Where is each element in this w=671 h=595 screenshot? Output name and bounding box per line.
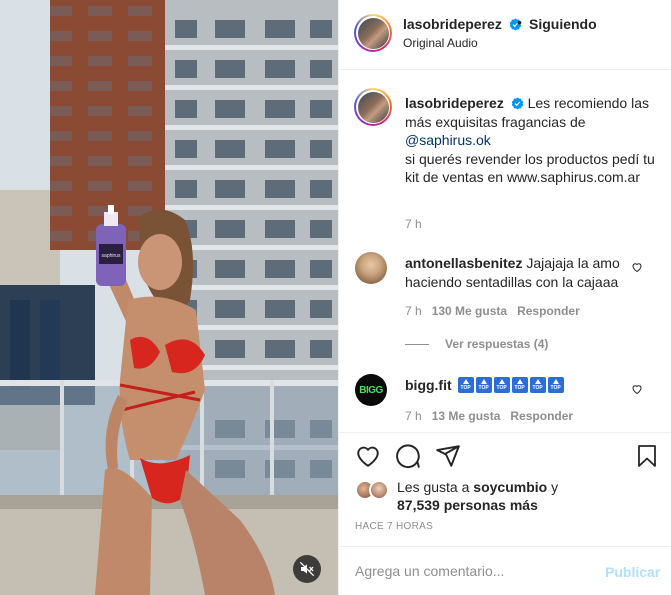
publish-button[interactable]: Publicar	[605, 564, 660, 580]
likes-count-button[interactable]: 87,539 personas más	[397, 496, 538, 515]
comment-body: bigg.fit TOP TOP TOP TOP TOP TOP	[405, 377, 566, 393]
likes-conj: y	[551, 479, 559, 495]
author-avatar[interactable]	[354, 14, 392, 52]
top-arrow-emoji-icon: TOP	[511, 377, 528, 393]
avatar-inner	[356, 90, 390, 124]
avatar-image	[357, 17, 389, 49]
post-sidebar: lasobrideperez • Siguiendo Original Audi…	[338, 0, 671, 595]
comment-meta: 7 h 130 Me gusta Responder	[405, 304, 580, 318]
comment-likes[interactable]: 13 Me gusta	[432, 409, 501, 423]
comment-username[interactable]: bigg.fit	[405, 377, 452, 393]
separator-dot: •	[517, 14, 522, 30]
commenter-avatar[interactable]	[355, 252, 387, 284]
comment-time[interactable]: 7 h	[405, 409, 422, 423]
avatar-image	[357, 91, 389, 123]
likes-prefix: Les gusta a	[397, 479, 470, 495]
top-arrow-emoji-icon: TOP	[529, 377, 546, 393]
avatar-inner	[356, 16, 390, 50]
avatar-logo-text: BIGG	[359, 384, 383, 396]
add-comment-bar: Publicar	[339, 546, 671, 595]
top-arrow-emoji-icon: TOP	[475, 377, 492, 393]
reply-button[interactable]: Responder	[510, 409, 573, 423]
bookmark-icon[interactable]	[635, 443, 659, 469]
share-icon[interactable]	[435, 443, 461, 469]
author-username-text[interactable]: lasobrideperez	[403, 16, 502, 32]
comment-time[interactable]: 7 h	[405, 304, 422, 318]
caption-timestamp[interactable]: 7 h	[405, 217, 422, 231]
post-actions	[339, 432, 671, 482]
caption-avatar[interactable]	[354, 88, 392, 126]
post-caption: lasobrideperez Les recomiendo las más ex…	[405, 94, 655, 187]
liker-username[interactable]: soycumbio	[473, 479, 547, 495]
top-arrow-emoji-icon: TOP	[493, 377, 510, 393]
top-arrow-emoji-icon: TOP	[457, 377, 474, 393]
view-replies-button[interactable]: Ver respuestas (4)	[405, 337, 548, 351]
post-header: lasobrideperez • Siguiendo Original Audi…	[339, 0, 671, 70]
comment-like-heart-icon[interactable]	[631, 261, 643, 273]
video-frame: saphirus	[0, 0, 338, 595]
top-arrow-emoji-icon: TOP	[547, 377, 564, 393]
comments-list[interactable]: lasobrideperez Les recomiendo las más ex…	[339, 71, 671, 436]
product-label: saphirus	[102, 253, 121, 259]
comment-input[interactable]	[355, 561, 585, 581]
mute-toggle-button[interactable]	[293, 555, 321, 583]
comment-body: antonellasbenitez Jajajaja la amo hacien…	[405, 254, 635, 291]
caption-mention-link[interactable]: @saphirus.ok	[405, 132, 491, 148]
following-button[interactable]: Siguiendo	[529, 16, 597, 32]
likes-line-1: Les gusta a soycumbio y	[397, 478, 558, 497]
audio-link[interactable]: Original Audio	[403, 36, 478, 50]
caption-username[interactable]: lasobrideperez	[405, 95, 504, 111]
comment-meta: 7 h 13 Me gusta Responder	[405, 409, 573, 423]
comment-likes[interactable]: 130 Me gusta	[432, 304, 507, 318]
muted-speaker-icon	[299, 561, 315, 577]
comment-icon[interactable]	[395, 443, 421, 469]
view-replies-label[interactable]: Ver respuestas (4)	[445, 337, 548, 351]
liker-avatar	[369, 480, 389, 500]
post-media[interactable]: saphirus	[0, 0, 338, 595]
post-modal: saphirus lasobrideperez • Siguiendo Orig…	[0, 0, 671, 595]
heart-icon[interactable]	[355, 443, 381, 469]
caption-text-2: si querés revender los productos pedí tu…	[405, 150, 655, 186]
comment-username[interactable]: antonellasbenitez	[405, 255, 522, 271]
replies-divider	[405, 343, 429, 345]
reply-button[interactable]: Responder	[517, 304, 580, 318]
commenter-avatar[interactable]: BIGG	[355, 374, 387, 406]
liker-avatars[interactable]	[355, 480, 389, 500]
comment-like-heart-icon[interactable]	[631, 383, 643, 395]
post-timestamp[interactable]: HACE 7 HORAS	[355, 521, 433, 532]
author-username[interactable]: lasobrideperez	[403, 16, 522, 32]
verified-badge-icon	[511, 97, 523, 110]
